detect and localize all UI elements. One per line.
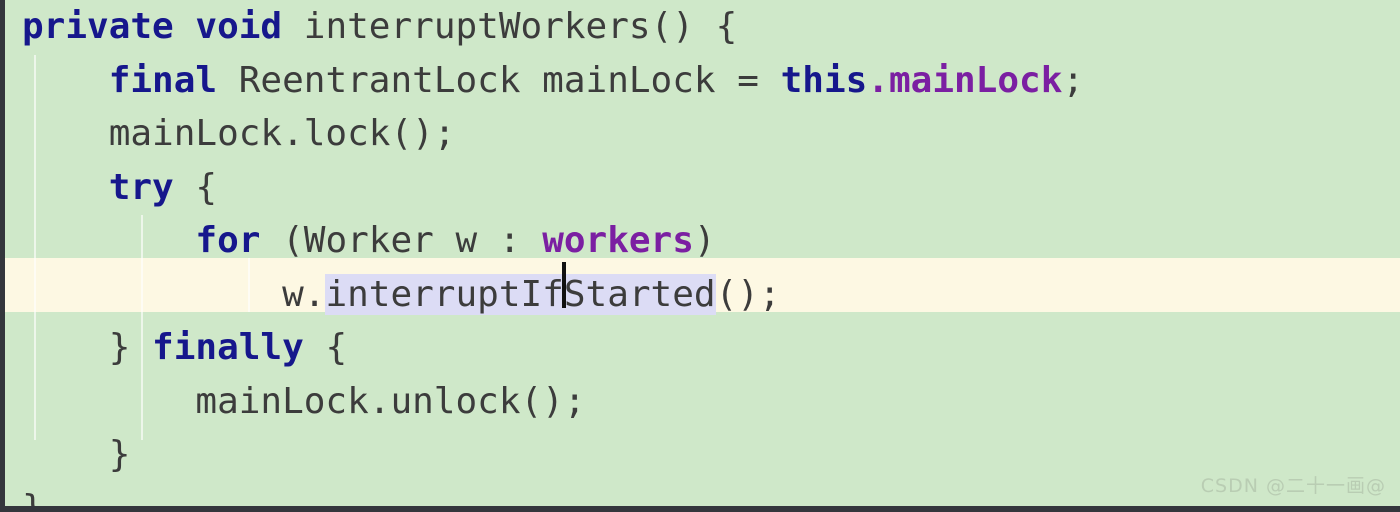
code-line-7[interactable]: } finally { bbox=[5, 321, 1084, 375]
text-caret bbox=[562, 262, 566, 308]
code-token-keyword: this bbox=[780, 59, 868, 101]
csdn-watermark: CSDN @二十一画@ bbox=[1200, 475, 1386, 497]
code-token-plain: ) bbox=[693, 220, 716, 261]
code-token-plain: w. bbox=[22, 273, 326, 315]
code-token-keyword: private bbox=[22, 6, 174, 47]
code-token-plain: } bbox=[22, 487, 44, 512]
code-token-keyword: void bbox=[195, 6, 283, 47]
code-token-plain: { bbox=[173, 166, 218, 208]
code-token-field: workers bbox=[542, 220, 694, 261]
code-editor-surface[interactable]: private void interruptWorkers() { final … bbox=[5, 0, 1400, 506]
code-line-10[interactable]: } bbox=[5, 482, 1084, 512]
code-line-3[interactable]: mainLock.lock(); bbox=[5, 107, 1084, 161]
code-line-8[interactable]: mainLock.unlock(); bbox=[5, 375, 1084, 429]
code-token-plain: ReentrantLock mainLock = bbox=[217, 59, 781, 101]
code-text-area[interactable]: private void interruptWorkers() { final … bbox=[5, 0, 1084, 512]
code-token-plain: interruptWorkers() { bbox=[282, 6, 738, 47]
code-line-6[interactable]: w.interruptIfStarted(); bbox=[5, 268, 1084, 322]
code-token-plain: } bbox=[22, 327, 153, 368]
code-token-plain: mainLock.unlock(); bbox=[22, 380, 586, 422]
code-line-4[interactable]: try { bbox=[5, 161, 1084, 215]
code-token-plain: (); bbox=[715, 273, 781, 315]
code-token-keyword: finally bbox=[152, 327, 304, 368]
code-token-plain: { bbox=[303, 327, 348, 368]
code-token-plain: mainLock.lock(); bbox=[22, 113, 456, 154]
code-token-plain: } bbox=[22, 434, 131, 475]
code-token-field: .mainLock bbox=[867, 59, 1063, 101]
code-line-2[interactable]: final ReentrantLock mainLock = this.main… bbox=[5, 54, 1084, 108]
code-token-keyword: final bbox=[108, 59, 218, 101]
code-token-plain: ; bbox=[1062, 59, 1085, 101]
code-line-1[interactable]: private void interruptWorkers() { bbox=[5, 0, 1084, 54]
code-line-9[interactable]: } bbox=[5, 428, 1084, 482]
code-token-keyword: for bbox=[195, 220, 261, 261]
code-editor-screenshot: private void interruptWorkers() { final … bbox=[0, 0, 1400, 512]
code-line-5[interactable]: for (Worker w : workers) bbox=[5, 214, 1084, 268]
code-token-plain: (Worker w : bbox=[260, 220, 543, 261]
highlighted-identifier: interruptIfStarted bbox=[325, 273, 716, 315]
code-token-keyword: try bbox=[108, 166, 174, 208]
